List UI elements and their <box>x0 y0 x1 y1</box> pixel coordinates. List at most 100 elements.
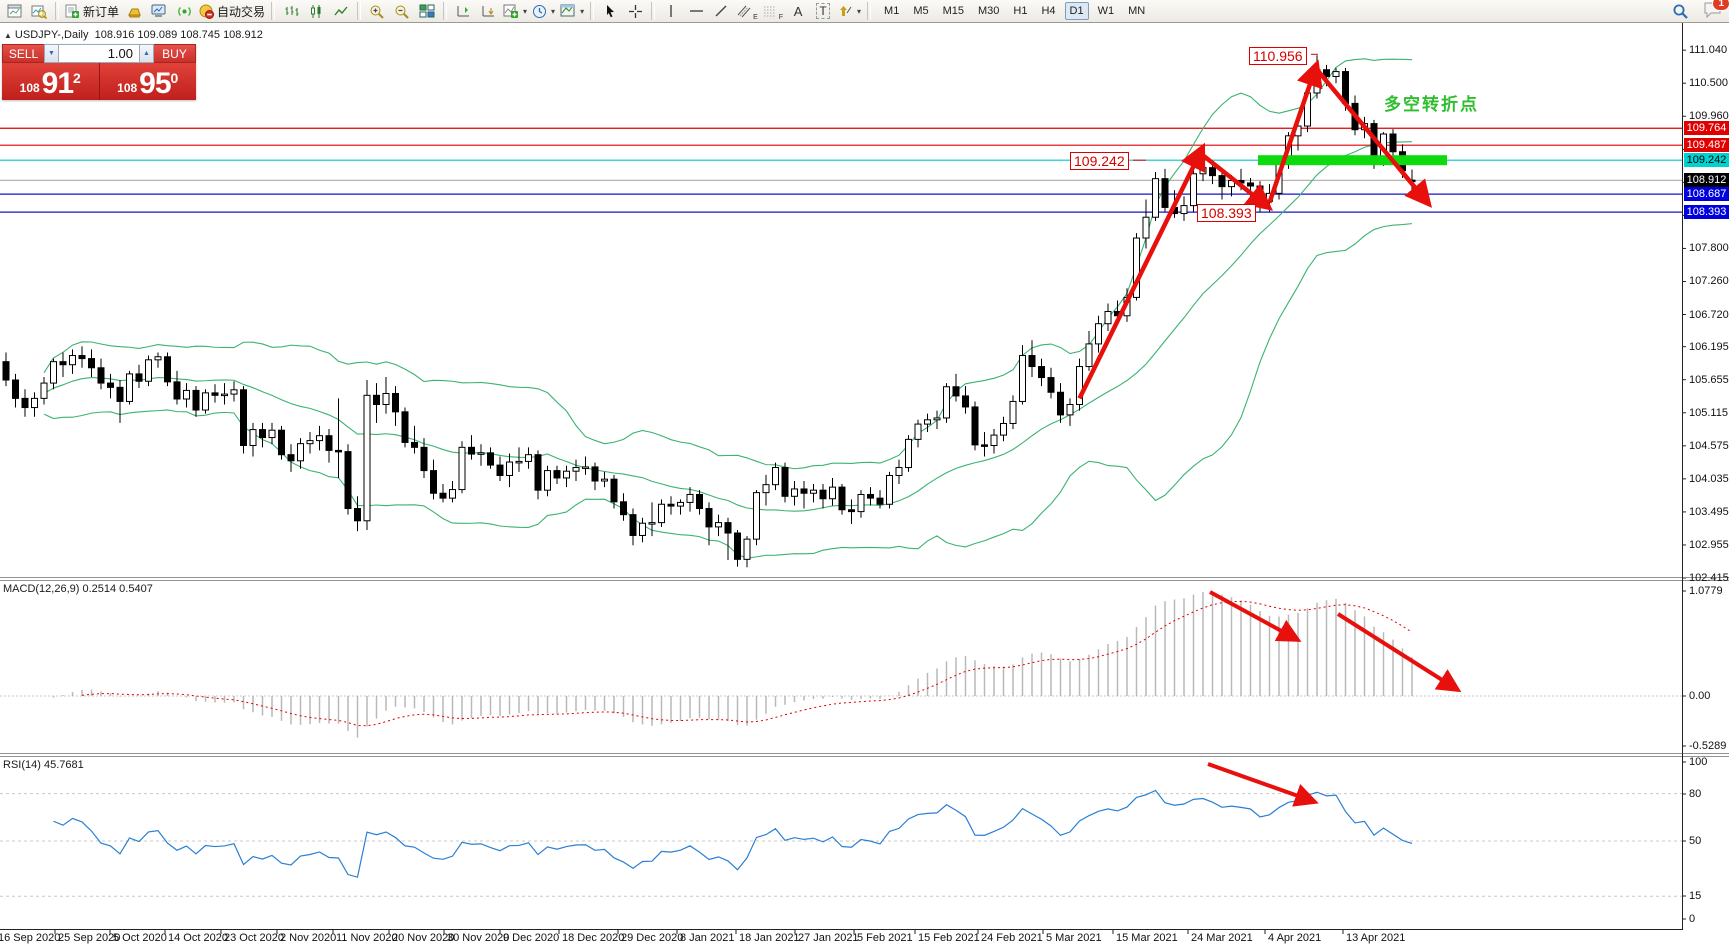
candle-body <box>431 471 437 494</box>
candle-body <box>564 471 570 478</box>
candle-body <box>22 398 28 407</box>
candle-body <box>127 374 133 402</box>
candle-body <box>754 493 760 540</box>
pane-separator[interactable] <box>0 577 1729 578</box>
candle-body <box>1048 378 1054 393</box>
rsi-pane[interactable] <box>0 764 1682 896</box>
timeframe-button-d1[interactable]: D1 <box>1065 2 1089 20</box>
candle-body <box>212 393 218 395</box>
timeframe-button-h1[interactable]: H1 <box>1008 2 1032 20</box>
vertical-line-tool[interactable] <box>659 1 683 21</box>
volume-decrease-button[interactable]: ▼ <box>44 44 59 63</box>
search-icon[interactable] <box>1672 3 1689 20</box>
cursor-tool-button[interactable] <box>598 1 622 21</box>
candle-body <box>440 493 446 498</box>
candle-body <box>602 479 608 481</box>
price-tick-label: 107.800 <box>1689 242 1729 254</box>
macd-trend-arrow[interactable] <box>1338 614 1458 690</box>
candle-body <box>231 390 237 394</box>
macd-pane[interactable] <box>0 592 1682 738</box>
candle-body <box>849 510 855 512</box>
volume-increase-button[interactable]: ▲ <box>139 44 154 63</box>
auto-scroll-button[interactable] <box>476 1 500 21</box>
tile-windows-button[interactable] <box>415 1 439 21</box>
new-order-label: 新订单 <box>83 3 119 20</box>
trend-arrow[interactable] <box>1270 64 1318 203</box>
candle-body <box>136 374 142 381</box>
candlestick-mode-button[interactable] <box>304 1 328 21</box>
candle-body <box>649 523 655 525</box>
candle-body <box>621 502 627 515</box>
auto-trading-button[interactable]: 自动交易 <box>197 1 267 21</box>
main-pane[interactable] <box>0 55 1682 567</box>
ask-price-button[interactable]: 108 95 0 <box>100 63 197 100</box>
macd-tick-label: 0.00 <box>1689 690 1710 702</box>
price-tick-label: 106.195 <box>1689 341 1729 353</box>
periods-button[interactable]: ▾ <box>530 1 557 21</box>
hline-icon <box>689 6 704 16</box>
chart-shift-button[interactable] <box>451 1 475 21</box>
trend-arrow[interactable] <box>1080 147 1204 399</box>
text-label-tool[interactable]: T <box>811 1 835 21</box>
mid-price-label[interactable]: 109.242 <box>1070 152 1129 170</box>
zoom-out-button[interactable] <box>390 1 414 21</box>
date-label: 13 Apr 2021 <box>1346 932 1405 944</box>
zoom-in-button[interactable] <box>365 1 389 21</box>
date-label: 14 Oct 2020 <box>168 932 228 944</box>
horizontal-line-tool[interactable] <box>684 1 708 21</box>
rsi-trend-arrow[interactable] <box>1208 764 1315 802</box>
candle-body <box>412 442 418 447</box>
trendline-tool[interactable] <box>709 1 733 21</box>
pane-separator[interactable] <box>0 753 1729 754</box>
chart-window-icon[interactable] <box>2 1 26 21</box>
signals-button[interactable] <box>172 1 196 21</box>
volume-input[interactable]: 1.00 <box>59 44 139 63</box>
date-label: 4 Apr 2021 <box>1268 932 1321 944</box>
price-tag: 108.393 <box>1684 205 1729 219</box>
templates-button[interactable]: ▾ <box>558 1 586 21</box>
line-chart-mode-button[interactable] <box>329 1 353 21</box>
low-price-label[interactable]: 108.393 <box>1197 204 1256 222</box>
market-watch-icon[interactable] <box>27 1 51 21</box>
timeframe-button-w1[interactable]: W1 <box>1093 2 1120 20</box>
bar-chart-mode-button[interactable] <box>279 1 303 21</box>
candle-body <box>516 461 522 463</box>
timeframe-button-m30[interactable]: M30 <box>973 2 1004 20</box>
timeframe-button-m5[interactable]: M5 <box>908 2 933 20</box>
toolbar-right-cluster: 1 <box>1672 1 1723 22</box>
fibonacci-tool[interactable]: F <box>761 1 785 21</box>
candle-body <box>678 502 684 506</box>
indicators-button[interactable]: ▾ <box>501 1 529 21</box>
notification-badge: 1 <box>1712 0 1729 11</box>
price-tick-label: 104.575 <box>1689 440 1729 452</box>
candle-body <box>279 430 285 454</box>
crosshair-tool-button[interactable] <box>623 1 647 21</box>
timeframe-button-m15[interactable]: M15 <box>938 2 969 20</box>
macd-trend-arrow[interactable] <box>1210 592 1298 640</box>
notifications-button[interactable]: 1 <box>1703 1 1723 23</box>
price-tick-label: 110.500 <box>1689 77 1728 89</box>
timeframe-button-m1[interactable]: M1 <box>879 2 904 20</box>
channel-tool[interactable]: E <box>734 1 760 21</box>
chart-canvas[interactable] <box>0 0 1729 946</box>
candle-body <box>355 509 361 521</box>
trendline-icon <box>714 4 728 18</box>
candle-body <box>374 395 380 404</box>
text-tool[interactable]: A <box>786 1 810 21</box>
bid-price-button[interactable]: 108 91 2 <box>2 63 100 100</box>
macd-tick-label: 1.0779 <box>1689 585 1723 597</box>
market-depth-button[interactable] <box>122 1 146 21</box>
arrows-tool[interactable]: ▾ <box>836 1 863 21</box>
turning-point-annotation[interactable]: 多空转折点 <box>1384 90 1479 115</box>
peak-price-label[interactable]: 110.956 <box>1249 47 1307 65</box>
buy-button[interactable]: BUY <box>154 44 196 63</box>
bid-sup: 2 <box>73 70 81 86</box>
sell-button[interactable]: SELL <box>2 44 44 63</box>
timeframe-button-mn[interactable]: MN <box>1123 2 1150 20</box>
terminal-button[interactable] <box>147 1 171 21</box>
new-order-button[interactable]: 新订单 <box>63 1 121 21</box>
main-toolbar: 新订单 自动交易 ▾ ▾ <box>0 0 1729 23</box>
candle-body <box>393 393 399 411</box>
date-label: 24 Mar 2021 <box>1191 932 1253 944</box>
timeframe-button-h4[interactable]: H4 <box>1036 2 1060 20</box>
